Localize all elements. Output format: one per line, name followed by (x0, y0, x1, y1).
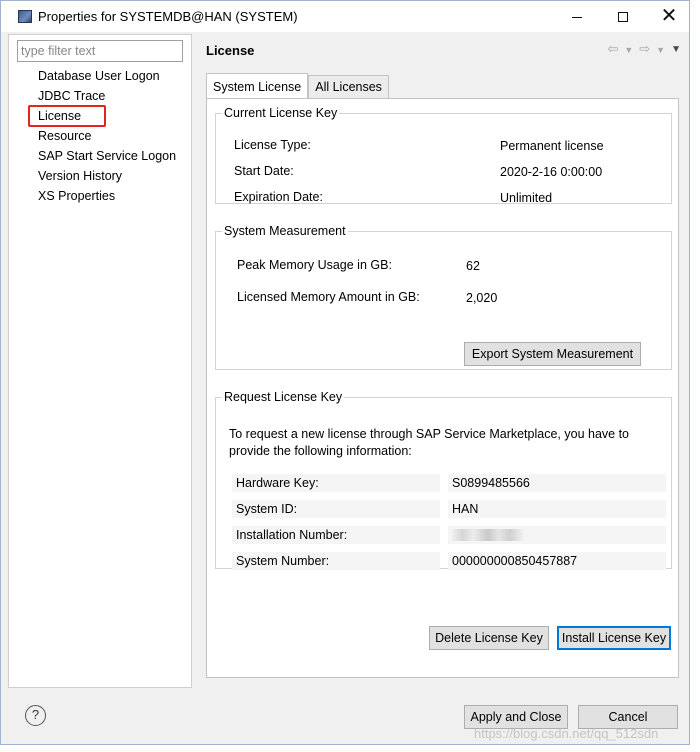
tab-strip: System License All Licenses (206, 73, 389, 99)
sidebar-item-label: Resource (38, 129, 92, 143)
system-number-label: System Number: (232, 552, 440, 570)
installation-number-label: Installation Number: (232, 526, 440, 544)
request-intro-line2: provide the following information: (229, 444, 412, 458)
sidebar-item-label: Database User Logon (38, 69, 160, 83)
group-title: Current License Key (224, 106, 338, 120)
watermark: https://blog.csdn.net/qq_512sdn (474, 726, 659, 741)
expiration-date-label: Expiration Date: (234, 190, 323, 204)
tab-content: Current License Key License Type: Perman… (206, 98, 679, 678)
licensed-memory-label: Licensed Memory Amount in GB: (237, 290, 420, 304)
sidebar-item-label: XS Properties (38, 189, 116, 203)
tab-all-licenses[interactable]: All Licenses (308, 75, 389, 99)
app-icon (18, 10, 32, 23)
forward-dropdown-icon[interactable]: ▼ (656, 41, 665, 59)
minimize-icon (572, 16, 582, 18)
minimize-button[interactable] (554, 1, 600, 32)
sidebar-item-xs-properties[interactable]: XS Properties (9, 186, 191, 206)
group-title: Request License Key (224, 390, 343, 404)
sidebar-item-database-user-logon[interactable]: Database User Logon (9, 66, 191, 86)
sidebar-item-label: JDBC Trace (38, 89, 106, 103)
background-window-edge (690, 0, 700, 752)
system-id-value[interactable]: HAN (448, 500, 666, 518)
maximize-button[interactable] (600, 1, 646, 32)
peak-memory-value: 62 (466, 259, 480, 273)
hardware-key-value[interactable]: S0899485566 (448, 474, 666, 492)
start-date-label: Start Date: (234, 164, 294, 178)
installation-number-value[interactable] (448, 526, 666, 544)
properties-dialog: Properties for SYSTEMDB@HAN (SYSTEM) ✕ D… (0, 0, 690, 745)
back-dropdown-icon[interactable]: ▼ (624, 41, 633, 59)
sidebar-item-jdbc-trace[interactable]: JDBC Trace (9, 86, 191, 106)
delete-license-key-button[interactable]: Delete License Key (429, 626, 549, 650)
page-title: License (206, 43, 255, 58)
property-page: License ⇦ ▼ ⇨ ▼ ▼ System License All Lic… (193, 34, 685, 688)
tab-label: System License (213, 80, 302, 94)
forward-arrow-icon[interactable]: ⇨ (639, 41, 650, 59)
system-measurement-group: System Measurement Peak Memory Usage in … (215, 224, 672, 370)
license-type-label: License Type: (234, 138, 311, 152)
hardware-key-label: Hardware Key: (232, 474, 440, 492)
sidebar-item-version-history[interactable]: Version History (9, 166, 191, 186)
start-date-value: 2020-2-16 0:00:00 (500, 165, 603, 179)
tab-label: All Licenses (315, 80, 382, 94)
title-bar: Properties for SYSTEMDB@HAN (SYSTEM) ✕ (1, 1, 689, 32)
system-id-label: System ID: (232, 500, 440, 518)
sidebar-item-license[interactable]: License (9, 105, 191, 127)
export-system-measurement-button[interactable]: Export System Measurement (464, 342, 641, 366)
view-menu-icon[interactable]: ▼ (671, 41, 681, 59)
tab-system-license[interactable]: System License (206, 73, 309, 99)
page-header: License ⇦ ▼ ⇨ ▼ ▼ (193, 34, 685, 66)
current-license-group: Current License Key License Type: Perman… (215, 106, 672, 205)
license-type-value: Permanent license (500, 139, 604, 153)
expiration-date-value: Unlimited (500, 191, 553, 205)
maximize-icon (618, 12, 628, 23)
window-title: Properties for SYSTEMDB@HAN (SYSTEM) (38, 9, 298, 24)
close-button[interactable]: ✕ (646, 1, 692, 32)
install-license-key-button[interactable]: Install License Key (557, 626, 671, 650)
page-navigation: ⇦ ▼ ⇨ ▼ ▼ (607, 41, 681, 59)
property-page-tree: Database User Logon JDBC Trace License R… (8, 34, 192, 688)
request-intro-line1: To request a new license through SAP Ser… (229, 427, 629, 441)
sidebar-item-resource[interactable]: Resource (9, 126, 191, 146)
sidebar-item-sap-start-service-logon[interactable]: SAP Start Service Logon (9, 146, 191, 166)
help-icon[interactable]: ? (25, 705, 46, 726)
redacted-value (452, 529, 524, 541)
sidebar-item-label: License (38, 109, 82, 123)
back-arrow-icon[interactable]: ⇦ (607, 41, 618, 59)
peak-memory-label: Peak Memory Usage in GB: (237, 258, 392, 272)
sidebar-item-label: SAP Start Service Logon (38, 149, 177, 163)
request-license-group: Request License Key To request a new lic… (215, 390, 672, 570)
sidebar-item-label: Version History (38, 169, 123, 183)
system-number-value[interactable]: 000000000850457887 (448, 552, 666, 570)
licensed-memory-value: 2,020 (466, 291, 498, 305)
filter-input[interactable] (17, 40, 183, 62)
group-title: System Measurement (224, 224, 346, 238)
page-list: Database User Logon JDBC Trace License R… (9, 66, 191, 206)
